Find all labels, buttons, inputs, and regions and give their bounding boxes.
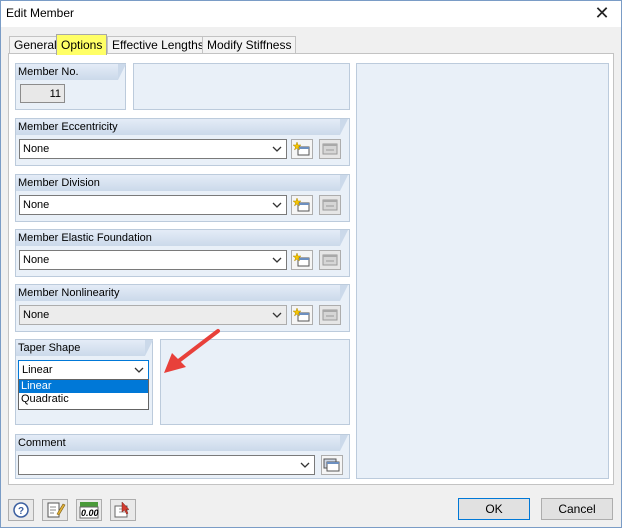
- new-item-icon: [292, 197, 310, 212]
- member-no-group: Member No. 11: [15, 63, 126, 110]
- preview-panel: [356, 63, 609, 479]
- division-value: None: [23, 199, 50, 211]
- library-icon: [323, 458, 340, 472]
- close-icon[interactable]: ✕: [589, 2, 615, 24]
- select-pointer-icon: [114, 501, 130, 518]
- new-division-button[interactable]: [291, 195, 313, 215]
- tab-effective-lengths[interactable]: Effective Lengths: [107, 36, 209, 54]
- tab-options[interactable]: Options: [56, 34, 108, 55]
- numeric-precision-button[interactable]: 0.00: [76, 499, 102, 521]
- edit-dialog-icon: [322, 199, 338, 211]
- foundation-group: Member Elastic Foundation None: [15, 229, 350, 277]
- annotation-arrow-icon: [164, 329, 220, 373]
- edit-dialog-icon: [322, 254, 338, 266]
- foundation-label: Member Elastic Foundation: [16, 230, 348, 246]
- new-item-icon: [292, 252, 310, 267]
- chevron-down-icon: [272, 257, 282, 263]
- division-group: Member Division None: [15, 174, 350, 222]
- comment-library-button[interactable]: [321, 455, 343, 475]
- comment-select[interactable]: [18, 455, 315, 475]
- taper-shape-dropdown-list: Linear Quadratic: [18, 379, 149, 410]
- eccentricity-select[interactable]: None: [19, 139, 287, 159]
- foundation-select[interactable]: None: [19, 250, 287, 270]
- edit-nonlinearity-button[interactable]: [319, 305, 341, 325]
- cancel-button[interactable]: Cancel: [541, 498, 613, 520]
- chevron-down-icon: [134, 367, 144, 373]
- window-title: Edit Member: [6, 6, 75, 20]
- svg-text:?: ?: [18, 506, 24, 517]
- tab-general[interactable]: General: [9, 36, 62, 54]
- select-graphically-button[interactable]: [110, 499, 136, 521]
- new-nonlinearity-button[interactable]: [291, 305, 313, 325]
- new-foundation-button[interactable]: [291, 250, 313, 270]
- chevron-down-icon: [272, 146, 282, 152]
- tab-modify-stiffness[interactable]: Modify Stiffness: [202, 36, 297, 54]
- division-select[interactable]: None: [19, 195, 287, 215]
- eccentricity-label: Member Eccentricity: [16, 119, 348, 135]
- edit-division-button[interactable]: [319, 195, 341, 215]
- new-item-icon: [292, 141, 310, 156]
- member-info-panel: [133, 63, 350, 110]
- nonlinearity-value: None: [23, 309, 50, 321]
- foundation-value: None: [23, 254, 50, 266]
- nonlinearity-select[interactable]: None: [19, 305, 287, 325]
- taper-shape-value: Linear: [22, 364, 53, 376]
- taper-shape-label: Taper Shape: [16, 340, 153, 356]
- edit-foundation-button[interactable]: [319, 250, 341, 270]
- taper-option-quadratic[interactable]: Quadratic: [19, 393, 148, 406]
- chevron-down-icon: [300, 462, 310, 468]
- numeric-icon-text: 0.00: [81, 508, 99, 518]
- ok-button[interactable]: OK: [458, 498, 530, 520]
- member-no-label: Member No.: [16, 64, 126, 80]
- help-icon: ?: [13, 502, 29, 518]
- edit-note-icon: [47, 502, 66, 518]
- taper-shape-select[interactable]: Linear: [18, 360, 149, 380]
- division-label: Member Division: [16, 175, 348, 191]
- taper-option-linear[interactable]: Linear: [19, 380, 148, 393]
- title-bar: Edit Member ✕: [1, 1, 621, 27]
- edit-dialog-icon: [322, 143, 338, 155]
- comment-group: Comment: [15, 434, 350, 479]
- eccentricity-value: None: [23, 143, 50, 155]
- chevron-down-icon: [272, 312, 282, 318]
- edit-dialog-icon: [322, 309, 338, 321]
- edit-notes-button[interactable]: [42, 499, 68, 521]
- new-item-icon: [292, 307, 310, 322]
- eccentricity-group: Member Eccentricity None: [15, 118, 350, 166]
- member-no-field: 11: [20, 84, 65, 103]
- new-eccentricity-button[interactable]: [291, 139, 313, 159]
- comment-label: Comment: [16, 435, 348, 451]
- edit-eccentricity-button[interactable]: [319, 139, 341, 159]
- chevron-down-icon: [272, 202, 282, 208]
- help-button[interactable]: ?: [8, 499, 34, 521]
- nonlinearity-label: Member Nonlinearity: [16, 285, 348, 301]
